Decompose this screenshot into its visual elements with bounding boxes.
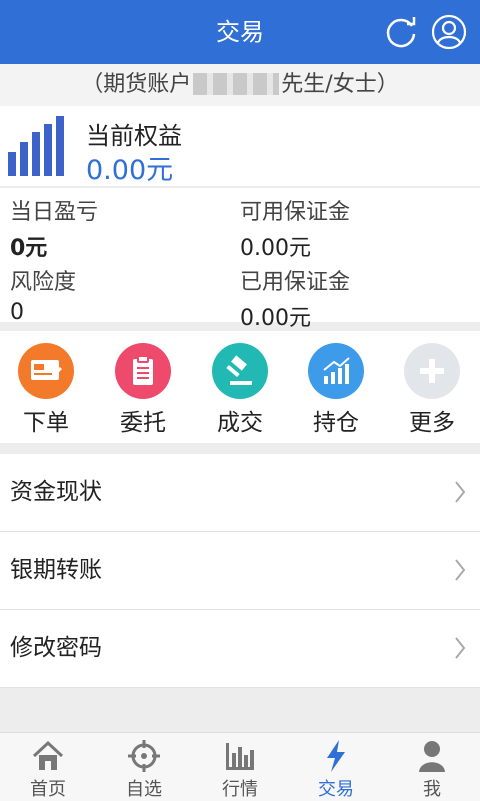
crosshair-icon: [128, 740, 160, 772]
equity-value: 0.00元: [86, 155, 174, 186]
tab-label: 首页: [30, 779, 66, 800]
menu-list: 资金现状 银期转账 修改密码: [0, 454, 480, 688]
tab-label: 交易: [318, 779, 354, 800]
chevron-right-icon: [455, 637, 466, 659]
used-margin-value: 0.00元: [240, 306, 311, 331]
user-profile-icon[interactable]: [431, 14, 467, 50]
masked-account-number: [193, 73, 280, 95]
tab-watchlist[interactable]: 自选: [96, 733, 192, 801]
action-label: 下单: [23, 410, 69, 436]
app-header: 交易: [0, 0, 480, 64]
equity-card: 当前权益 0.00元: [0, 106, 480, 186]
action-positions[interactable]: 持仓: [296, 343, 376, 436]
daily-pl: 当日盈亏 0元: [10, 194, 98, 262]
account-prefix: （期货账户: [81, 72, 192, 97]
action-more[interactable]: 更多: [392, 343, 472, 436]
daily-pl-label: 当日盈亏: [10, 200, 99, 225]
tab-label: 自选: [126, 779, 162, 800]
quick-actions: 下单 委托 成交 持仓 更多: [0, 331, 480, 443]
menu-item-label: 资金现状: [10, 479, 102, 505]
action-label: 更多: [409, 410, 455, 436]
account-suffix: 先生/女士）: [281, 72, 399, 97]
menu-item-funds[interactable]: 资金现状: [0, 454, 480, 532]
daily-pl-value: 0元: [10, 236, 48, 261]
available-margin-label: 可用保证金: [240, 200, 351, 225]
equity-bars-icon: [8, 116, 64, 176]
tab-market[interactable]: 行情: [192, 733, 288, 801]
account-line: （期货账户 先生/女士）: [0, 64, 480, 107]
risk: 风险度 0: [10, 264, 76, 325]
clipboard-icon: [115, 343, 171, 399]
tab-label: 行情: [222, 779, 258, 800]
account-stats: 当日盈亏 0元 可用保证金 0.00元 风险度 0 已用保证金 0.00元: [0, 188, 480, 331]
available-margin: 可用保证金 0.00元: [240, 194, 350, 262]
person-icon: [419, 741, 445, 772]
home-icon: [32, 740, 64, 770]
action-label: 持仓: [313, 410, 359, 436]
used-margin: 已用保证金 0.00元: [240, 264, 350, 332]
used-margin-label: 已用保证金: [240, 270, 351, 295]
gavel-icon: [212, 343, 268, 399]
action-label: 委托: [120, 410, 166, 436]
menu-item-label: 银期转账: [10, 557, 102, 583]
plus-icon: [404, 343, 460, 399]
refresh-icon[interactable]: [383, 14, 419, 50]
menu-item-bank-transfer[interactable]: 银期转账: [0, 532, 480, 610]
order-icon: [18, 343, 74, 399]
risk-label: 风险度: [10, 270, 77, 295]
chart-up-icon: [308, 343, 364, 399]
bottom-tab-bar: 首页 自选 行情 交易 我: [0, 732, 480, 801]
equity-label: 当前权益: [86, 122, 182, 150]
lightning-icon: [327, 740, 345, 772]
action-trades[interactable]: 成交: [200, 343, 280, 436]
action-orders[interactable]: 委托: [103, 343, 183, 436]
action-label: 成交: [217, 410, 263, 436]
bar-chart-icon: [226, 743, 254, 770]
tab-trade[interactable]: 交易: [288, 733, 384, 801]
risk-value: 0: [10, 300, 24, 325]
available-margin-value: 0.00元: [240, 236, 311, 261]
tab-home[interactable]: 首页: [0, 733, 96, 801]
chevron-right-icon: [455, 481, 466, 503]
tab-label: 我: [423, 779, 441, 800]
menu-item-label: 修改密码: [10, 635, 102, 661]
menu-item-change-password[interactable]: 修改密码: [0, 610, 480, 688]
tab-me[interactable]: 我: [384, 733, 480, 801]
action-place-order[interactable]: 下单: [6, 343, 86, 436]
chevron-right-icon: [455, 559, 466, 581]
